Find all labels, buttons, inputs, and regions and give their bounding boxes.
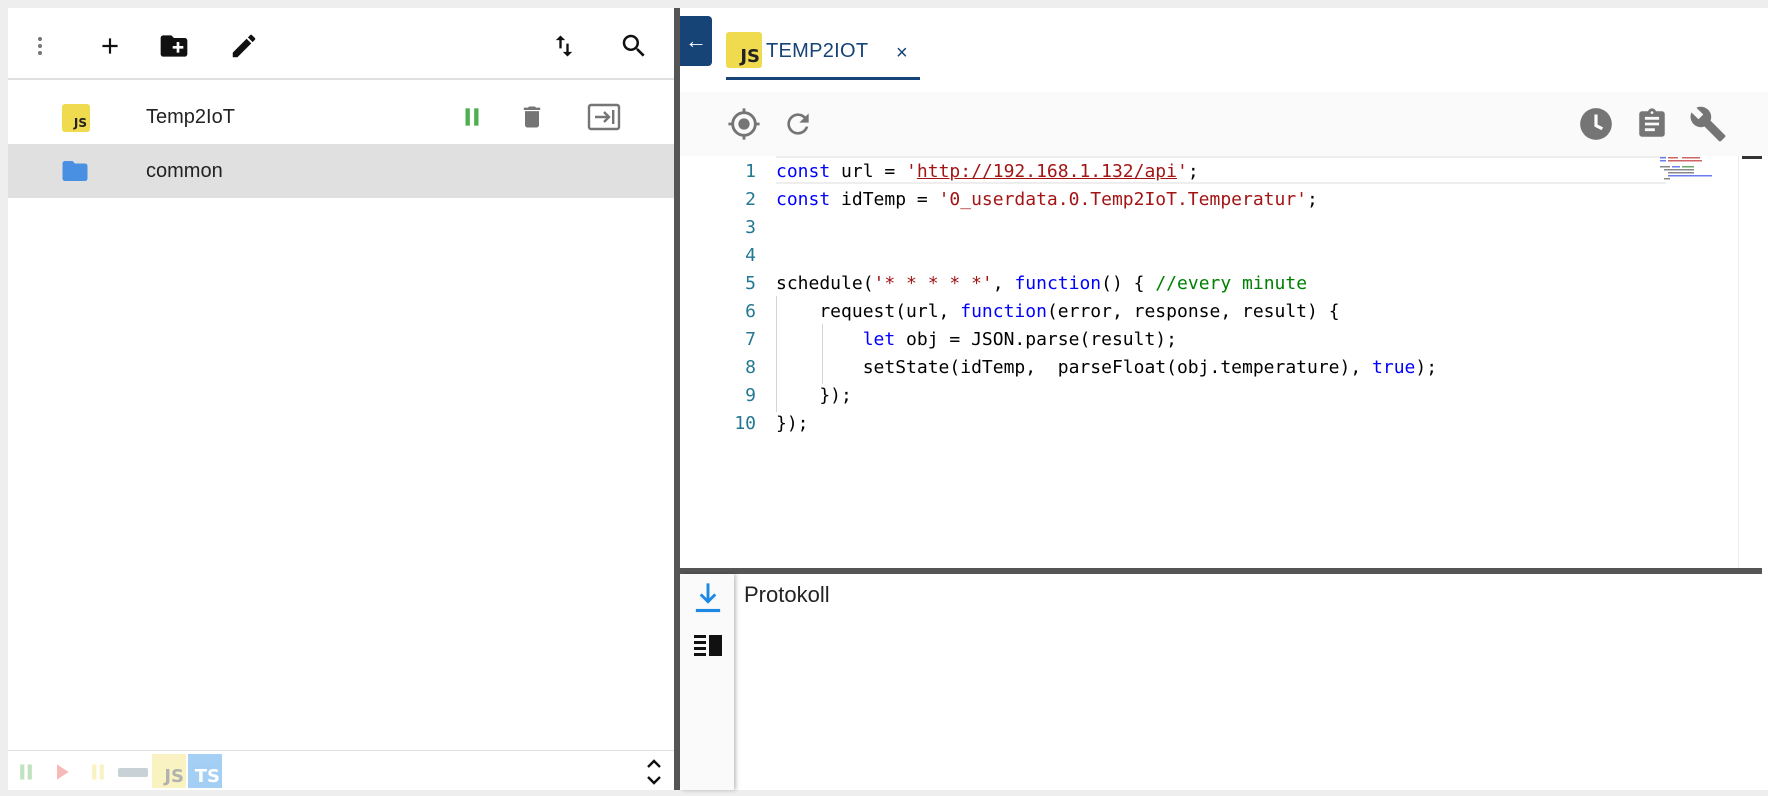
script-list-panel: JS Temp2IoT common JS TS <box>8 8 674 790</box>
list-item-script[interactable]: JS Temp2IoT <box>8 90 674 144</box>
log-sidebar <box>680 574 734 790</box>
editor-panel: ← JS TEMP2IOT × 1 const url = 'http://19… <box>680 8 1768 790</box>
code-line-5: 5 schedule('* * * * *', function() { //e… <box>680 270 1720 298</box>
tab-temp2iot[interactable]: JS TEMP2IOT × <box>726 20 920 80</box>
code-line-4: 4 <box>680 242 1720 270</box>
expand-collapse-icon[interactable] <box>642 757 666 787</box>
wrench-icon[interactable] <box>1688 104 1728 144</box>
code-line-6: 6 request(url, function(error, response,… <box>680 298 1720 326</box>
code-minimap[interactable] <box>1660 156 1730 186</box>
vertical-align-bottom-icon[interactable] <box>688 578 728 618</box>
export-icon[interactable] <box>582 99 626 135</box>
scroll-position-marker <box>1742 156 1762 159</box>
list-item-folder[interactable]: common <box>8 144 674 198</box>
filter-blockly-icon[interactable] <box>116 757 150 787</box>
code-line-9: 9 }); <box>680 382 1720 410</box>
js-icon: JS <box>726 32 762 68</box>
locate-icon[interactable] <box>724 104 764 144</box>
url-link[interactable]: http://192.168.1.132/api <box>917 161 1177 182</box>
log-title: Protokoll <box>744 582 830 607</box>
tab-bar: ← JS TEMP2IOT × <box>680 8 1768 80</box>
search-icon[interactable] <box>614 26 654 66</box>
code-line-8: 8 setState(idTemp, parseFloat(obj.temper… <box>680 354 1720 382</box>
script-name: Temp2IoT <box>146 105 235 128</box>
filter-pause-yellow-icon[interactable] <box>86 757 110 787</box>
close-icon[interactable]: × <box>896 42 908 65</box>
editor-toolbar <box>680 92 1768 156</box>
schedule-icon[interactable] <box>1576 104 1616 144</box>
log-panel: Protokoll <box>680 574 1768 790</box>
line-number: 6 <box>745 301 756 322</box>
line-number: 8 <box>745 357 756 378</box>
code-line-3: 3 <box>680 214 1720 242</box>
folder-name: common <box>146 159 223 182</box>
line-number: 5 <box>745 273 756 294</box>
add-icon[interactable] <box>90 26 130 66</box>
edit-icon[interactable] <box>224 26 264 66</box>
line-number: 4 <box>745 245 756 266</box>
code-line-2: 2 const idTemp = '0_userdata.0.Temp2IoT.… <box>680 186 1720 214</box>
filter-pause-icon[interactable] <box>14 757 38 787</box>
pause-icon[interactable] <box>454 99 490 135</box>
left-footer-filters: JS TS <box>8 750 674 790</box>
back-icon[interactable]: ← <box>680 16 712 66</box>
clipboard-icon[interactable] <box>1632 104 1672 144</box>
code-line-7: 7 let obj = JSON.parse(result); <box>680 326 1720 354</box>
line-number: 2 <box>745 189 756 210</box>
app-window: JS Temp2IoT common JS TS ← JS TEMP2IOT ×… <box>0 0 1768 796</box>
line-number: 3 <box>745 217 756 238</box>
line-number: 1 <box>745 161 756 182</box>
code-editor[interactable]: 1 const url = 'http://192.168.1.132/api'… <box>680 156 1768 568</box>
filter-play-icon[interactable] <box>50 757 74 787</box>
left-toolbar <box>8 8 674 80</box>
tab-label: TEMP2IOT <box>766 40 869 62</box>
js-icon: JS <box>62 104 90 132</box>
more-vert-icon[interactable] <box>20 26 60 66</box>
filter-ts-icon[interactable]: TS <box>188 754 222 788</box>
create-new-folder-icon[interactable] <box>154 26 194 66</box>
code-line-1: 1 const url = 'http://192.168.1.132/api'… <box>680 158 1720 186</box>
line-number: 10 <box>734 413 756 434</box>
folder-icon <box>60 158 90 189</box>
line-number: 7 <box>745 329 756 350</box>
line-number: 9 <box>745 385 756 406</box>
delete-icon[interactable] <box>514 99 550 135</box>
refresh-icon[interactable] <box>778 104 818 144</box>
view-list-icon[interactable] <box>688 626 728 666</box>
filter-js-icon[interactable]: JS <box>152 754 186 788</box>
swap-vert-icon[interactable] <box>544 26 584 66</box>
editor-scrollbar[interactable] <box>1738 156 1760 568</box>
code-line-10: 10 }); <box>680 410 1720 438</box>
